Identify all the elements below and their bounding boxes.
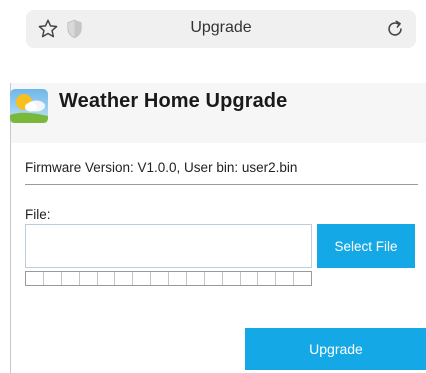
weather-logo-icon (9, 86, 51, 126)
progress-segment (294, 272, 311, 285)
file-label: File: (25, 207, 51, 222)
progress-segment (98, 272, 116, 285)
select-file-button[interactable]: Select File (317, 224, 415, 268)
progress-segment (187, 272, 205, 285)
progress-segment (151, 272, 169, 285)
firmware-info: Firmware Version: V1.0.0, User bin: user… (25, 160, 298, 175)
progress-segment (241, 272, 259, 285)
progress-segment (169, 272, 187, 285)
progress-segment (80, 272, 98, 285)
reload-icon[interactable] (384, 18, 406, 40)
file-path-input[interactable] (25, 224, 312, 268)
page-title: Weather Home Upgrade (59, 90, 288, 112)
address-bar[interactable]: Upgrade (26, 10, 416, 48)
progress-segment (205, 272, 223, 285)
progress-segment (223, 272, 241, 285)
page-content: Weather Home Upgrade Firmware Version: V… (10, 83, 426, 373)
tab-title: Upgrade (190, 19, 252, 36)
page-header: Weather Home Upgrade (9, 83, 426, 143)
progress-segment (115, 272, 134, 285)
progress-segment (26, 272, 44, 285)
progress-segment (133, 272, 152, 285)
progress-segment (276, 272, 295, 285)
progress-segment (258, 272, 277, 285)
upgrade-button[interactable]: Upgrade (245, 328, 426, 370)
progress-segment (44, 272, 62, 285)
upload-progress-bar (25, 271, 312, 286)
divider (25, 184, 418, 185)
progress-segment (62, 272, 80, 285)
upgrade-page: Upgrade Weather Home Upgrade Firmware Ve… (0, 0, 426, 373)
